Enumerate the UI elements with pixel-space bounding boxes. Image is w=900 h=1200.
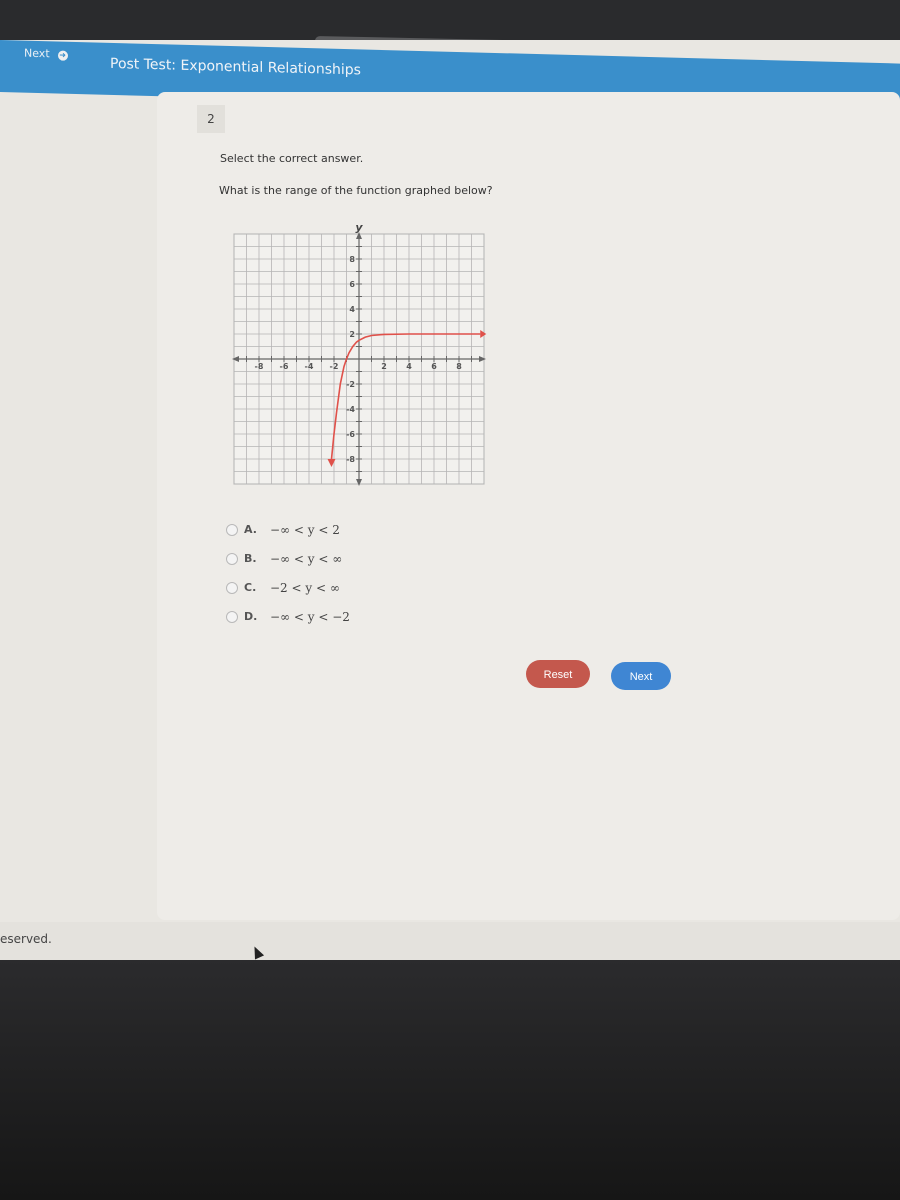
y-tick-label: 6 <box>349 280 355 289</box>
radio-button[interactable] <box>226 552 238 565</box>
reset-button[interactable]: Reset <box>526 660 590 688</box>
choice-b[interactable]: B. −∞ < y < ∞ <box>226 544 350 573</box>
radio-button[interactable] <box>226 610 238 623</box>
y-tick-label: 2 <box>349 330 355 339</box>
y-tick-label: 4 <box>349 305 355 314</box>
footer-copyright: eserved. <box>0 932 52 946</box>
function-graph: -8-6-4-224688642-2-4-6-8xy <box>232 222 487 486</box>
y-axis-label: y <box>355 222 363 234</box>
x-tick-label: -2 <box>330 362 339 371</box>
header-next-label: Next <box>24 46 50 61</box>
next-button[interactable]: Next <box>611 662 671 690</box>
choice-expression: −2 < y < ∞ <box>270 580 340 595</box>
y-tick-label: -8 <box>346 455 355 464</box>
x-tick-label: 8 <box>456 362 462 371</box>
arrow-right-circle-icon: ➜ <box>57 50 68 61</box>
question-number: 2 <box>197 105 225 133</box>
choice-letter: D. <box>244 610 258 623</box>
header-next-button[interactable]: Next ➜ <box>24 47 68 61</box>
question-card <box>157 92 900 920</box>
question-prompt: What is the range of the function graphe… <box>219 184 493 197</box>
question-instruction: Select the correct answer. <box>220 152 364 165</box>
y-tick-label: 8 <box>349 255 355 264</box>
x-tick-label: 2 <box>381 362 387 371</box>
browser-viewport: Next ➜ Post Test: Exponential Relationshi… <box>0 40 900 960</box>
choice-a[interactable]: A. −∞ < y < 2 <box>226 515 350 544</box>
y-tick-label: -2 <box>346 380 355 389</box>
choice-letter: A. <box>244 523 257 536</box>
x-tick-label: 4 <box>406 362 412 371</box>
choice-d[interactable]: D. −∞ < y < −2 <box>226 602 350 631</box>
radio-button[interactable] <box>226 581 238 594</box>
x-tick-label: -6 <box>280 362 289 371</box>
choice-c[interactable]: C. −2 < y < ∞ <box>226 573 350 602</box>
monitor-bezel-top <box>0 0 900 40</box>
answer-choices: A. −∞ < y < 2 B. −∞ < y < ∞ C. −2 < y < … <box>226 515 350 631</box>
radio-button[interactable] <box>226 523 238 536</box>
choice-expression: −∞ < y < −2 <box>270 609 350 624</box>
choice-letter: B. <box>244 552 257 565</box>
monitor-bezel-bottom <box>0 960 900 1200</box>
y-tick-label: -4 <box>346 405 355 414</box>
choice-expression: −∞ < y < ∞ <box>270 551 343 566</box>
y-tick-label: -6 <box>346 430 355 439</box>
x-tick-label: -4 <box>305 362 314 371</box>
x-tick-label: -8 <box>255 362 264 371</box>
x-tick-label: 6 <box>431 362 437 371</box>
choice-letter: C. <box>244 581 257 594</box>
choice-expression: −∞ < y < 2 <box>270 522 340 537</box>
page-title: Post Test: Exponential Relationships <box>110 55 361 79</box>
page-footer: eserved. <box>0 922 900 960</box>
